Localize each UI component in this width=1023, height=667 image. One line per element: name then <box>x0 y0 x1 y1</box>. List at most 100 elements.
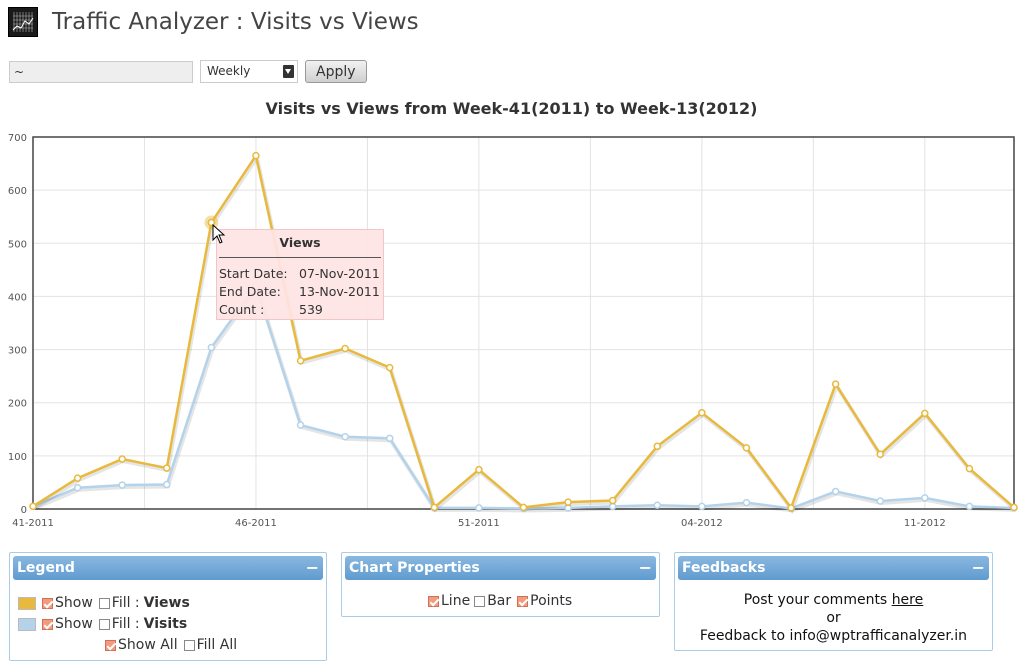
chart-type-options: Line Bar Points <box>428 593 572 609</box>
views-fill-label: Fill : <box>111 595 140 611</box>
points-label: Points <box>530 593 573 609</box>
x-tick-label: 04-2012 <box>681 518 723 529</box>
filter-input[interactable] <box>9 60 193 83</box>
tooltip-start-value: 07-Nov-2011 <box>299 266 380 281</box>
visits-fill-label: Fill : <box>111 616 140 632</box>
data-point-visits <box>163 480 171 489</box>
legend-panel-header[interactable]: Legend − <box>13 556 323 580</box>
tooltip-end-value: 13-Nov-2011 <box>299 284 380 299</box>
data-point-views <box>296 356 305 365</box>
feedback-prefix: Post your comments <box>743 592 892 608</box>
views-fill-checkbox[interactable] <box>98 597 110 609</box>
chart-properties-panel: Chart Properties − Line Bar Points <box>341 552 660 617</box>
chart-properties-title: Chart Properties <box>349 560 480 576</box>
data-point-views <box>564 498 572 506</box>
chart-properties-header[interactable]: Chart Properties − <box>345 556 656 580</box>
y-tick-label: 400 <box>8 292 27 303</box>
legend-panel-title: Legend <box>17 560 75 576</box>
views-show-checkbox[interactable] <box>42 597 53 609</box>
legend-row-visits: Show Fill : Visits <box>18 616 187 632</box>
visits-color-swatch <box>18 617 36 631</box>
data-point-views <box>698 409 706 417</box>
tooltip-count-label: Count : <box>219 302 265 317</box>
visits-show-checkbox[interactable] <box>42 618 53 630</box>
y-tick-label: 600 <box>8 186 27 197</box>
data-point-views <box>742 444 751 452</box>
comments-link[interactable]: here <box>892 592 924 608</box>
line-checkbox[interactable] <box>428 595 439 607</box>
data-point-views <box>385 363 394 372</box>
data-point-visits <box>698 502 706 511</box>
data-point-visits <box>831 487 840 496</box>
fill-all-label: Fill All <box>196 637 238 653</box>
period-select[interactable]: Weekly <box>200 60 298 83</box>
tooltip-divider <box>219 257 381 258</box>
points-checkbox[interactable] <box>517 595 529 607</box>
data-point-views <box>29 502 37 511</box>
y-tick-label: 200 <box>8 399 27 410</box>
data-point-views <box>519 503 528 512</box>
bar-checkbox[interactable] <box>474 595 486 607</box>
collapse-icon[interactable]: − <box>306 556 319 580</box>
data-point-visits <box>385 434 394 443</box>
legend-row-all: Show All Fill All <box>105 637 237 653</box>
tooltip-end-label: End Date: <box>219 284 281 299</box>
show-all-label: Show All <box>118 637 178 653</box>
apply-button[interactable]: Apply <box>305 60 367 83</box>
data-point-views <box>653 442 662 451</box>
data-point-visits <box>341 432 349 441</box>
tooltip-title: Views <box>279 235 321 250</box>
visits-show-label: Show <box>55 616 93 632</box>
app-header: Traffic Analyzer : Visits vs Views <box>8 5 419 39</box>
data-point-visits <box>118 481 126 489</box>
period-select-value: Weekly <box>207 64 251 78</box>
data-point-visits <box>921 494 929 502</box>
y-tick-label: 100 <box>8 452 27 463</box>
data-point-views <box>787 504 795 512</box>
bar-label: Bar <box>487 593 512 609</box>
y-tick-label: 300 <box>8 346 27 357</box>
data-point-visits <box>73 483 82 492</box>
data-point-visits <box>296 421 305 429</box>
collapse-icon[interactable]: − <box>972 556 985 580</box>
feedbacks-header[interactable]: Feedbacks − <box>678 556 989 580</box>
data-point-views <box>831 380 840 388</box>
data-point-views <box>475 465 483 474</box>
show-all-checkbox[interactable] <box>105 639 116 651</box>
data-point-visits <box>965 502 974 511</box>
data-point-views <box>118 455 126 463</box>
line-label: Line <box>441 593 471 609</box>
data-point-views <box>921 409 929 418</box>
x-tick-label: 11-2012 <box>904 518 946 529</box>
fill-all-checkbox[interactable] <box>183 639 195 651</box>
chart-tooltip: Views Start Date: 07-Nov-2011 End Date: 13… <box>216 229 384 320</box>
legend-row-views: Show Fill : Views <box>18 595 190 611</box>
y-tick-label: 0 <box>21 505 27 516</box>
data-point-views <box>341 344 349 353</box>
visits-views-chart: 0 100 200 300 400 500 600 700 41-2011 46-2011 51-2… <box>8 133 1018 529</box>
chevron-down-icon[interactable] <box>283 65 294 78</box>
data-point-visits <box>742 498 751 507</box>
series-shadow <box>32 152 1017 515</box>
feedbacks-title: Feedbacks <box>682 560 766 576</box>
collapse-icon[interactable]: − <box>639 556 652 580</box>
data-point-views <box>430 503 439 512</box>
page-title: Traffic Analyzer : Visits vs Views <box>52 9 419 35</box>
feedback-email: Feedback to info@wptrafficanalyzer.in <box>699 628 968 644</box>
visits-fill-checkbox[interactable] <box>98 618 110 630</box>
data-point-views <box>876 450 884 459</box>
mouse-cursor-icon <box>212 224 226 244</box>
feedbacks-panel: Feedbacks − Post your comments here or F… <box>674 552 993 651</box>
filter-toolbar: Weekly Apply <box>9 60 367 83</box>
data-point-visits <box>653 501 662 510</box>
data-point-visits <box>207 343 216 352</box>
tooltip-count-value: 539 <box>299 302 323 317</box>
visits-series-name: Visits <box>143 616 188 632</box>
data-point-views <box>252 151 260 160</box>
feedback-line-1: Post your comments here <box>675 592 992 608</box>
views-color-swatch <box>18 596 36 610</box>
series-line-views <box>32 152 1015 511</box>
data-point-views <box>965 464 974 473</box>
data-point-views <box>73 474 82 482</box>
chart-title: Visits vs Views from Week-41(2011) to We… <box>265 99 758 118</box>
